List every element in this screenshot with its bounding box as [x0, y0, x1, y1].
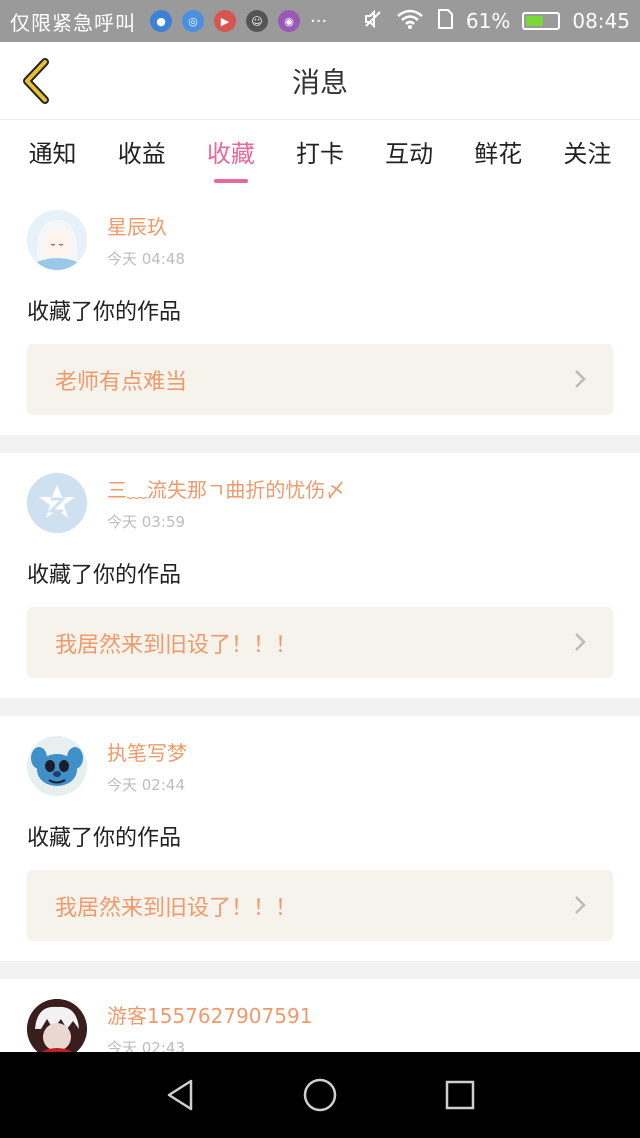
tab-notice[interactable]: 通知: [25, 126, 81, 177]
timestamp: 今天 03:59: [107, 513, 185, 531]
tab-interaction[interactable]: 互动: [381, 126, 437, 177]
message-meta: 三﹏流失那ㄱ曲折的忧伤〆 今天 03:59: [107, 474, 345, 532]
nav-home-button[interactable]: [295, 1070, 345, 1120]
status-right: 61% 08:45: [362, 8, 630, 35]
tab-checkin[interactable]: 打卡: [292, 126, 348, 177]
work-title: 我居然来到旧设了！！！: [55, 895, 298, 921]
top-bar: 消息: [0, 42, 640, 120]
tab-favorites[interactable]: 收藏: [203, 126, 259, 183]
message-user-row: 执笔写梦 今天 02:44: [27, 734, 613, 798]
chevron-right-icon: [575, 633, 586, 651]
carrier-label: 仅限紧急呼叫: [10, 10, 136, 35]
work-title: 老师有点难当: [55, 369, 188, 395]
message-card: 执笔写梦 今天 02:44 收藏了你的作品 我居然来到旧设了！！！: [0, 716, 640, 961]
work-link[interactable]: 我居然来到旧设了！！！: [27, 607, 613, 678]
sim-icon: [436, 8, 454, 35]
chevron-right-icon: [575, 370, 586, 388]
battery-percent: 61%: [465, 9, 511, 33]
notification-icons: ● ◎ ▶ ☺ ◉: [150, 10, 300, 32]
wifi-icon: [396, 8, 424, 35]
recents-square-icon: [445, 1080, 475, 1110]
tab-flowers[interactable]: 鲜花: [470, 126, 526, 177]
app-cat-icon: ☺: [246, 10, 268, 32]
clock: 08:45: [572, 9, 630, 33]
app-blue2-icon: ◎: [182, 10, 204, 32]
mute-icon: [362, 8, 384, 35]
back-chevron-icon: [23, 58, 49, 104]
message-card: 三﹏流失那ㄱ曲折的忧伤〆 今天 03:59 收藏了你的作品 我居然来到旧设了！！…: [0, 453, 640, 698]
tab-earnings[interactable]: 收益: [114, 126, 170, 177]
nav-back-button[interactable]: [155, 1070, 205, 1120]
back-button[interactable]: [16, 58, 56, 104]
message-user-row: 三﹏流失那ㄱ曲折的忧伤〆 今天 03:59: [27, 471, 613, 535]
username[interactable]: 三﹏流失那ㄱ曲折的忧伤〆: [107, 474, 345, 503]
system-nav-bar: [0, 1052, 640, 1138]
action-text: 收藏了你的作品: [27, 826, 182, 851]
page-title: 消息: [291, 65, 348, 99]
message-meta: 游客1557627907591 今天 02:43: [107, 1000, 312, 1052]
message-user-row: 星辰玖 今天 04:48: [27, 208, 613, 272]
timestamp: 今天 02:44: [107, 776, 185, 794]
work-link[interactable]: 老师有点难当: [27, 344, 613, 415]
app-purple-icon: ◉: [278, 10, 300, 32]
work-link[interactable]: 我居然来到旧设了！！！: [27, 870, 613, 941]
anime-girl-avatar[interactable]: [27, 210, 87, 270]
timestamp: 今天 04:48: [107, 250, 185, 268]
username[interactable]: 星辰玖: [107, 211, 185, 240]
chevron-right-icon: [575, 896, 586, 914]
battery-icon: [522, 12, 561, 30]
home-circle-icon: [303, 1078, 337, 1112]
message-card: 游客1557627907591 今天 02:43: [0, 979, 640, 1052]
back-triangle-icon: [167, 1079, 193, 1111]
message-meta: 执笔写梦 今天 02:44: [107, 737, 187, 795]
dark-anime-avatar[interactable]: [27, 999, 87, 1052]
app-blue-icon: ●: [150, 10, 172, 32]
phone-screen: 仅限紧急呼叫 ● ◎ ▶ ☺ ◉ ··· 61% 08:45 消息 通知 收益 …: [0, 0, 640, 1138]
message-user-row: 游客1557627907591 今天 02:43: [27, 997, 613, 1052]
message-card: 星辰玖 今天 04:48 收藏了你的作品 老师有点难当: [0, 190, 640, 435]
username[interactable]: 执笔写梦: [107, 737, 187, 766]
timestamp: 今天 02:43: [107, 1039, 185, 1052]
action-text: 收藏了你的作品: [27, 300, 182, 325]
username[interactable]: 游客1557627907591: [107, 1000, 312, 1029]
message-meta: 星辰玖 今天 04:48: [107, 211, 185, 269]
action-text: 收藏了你的作品: [27, 563, 182, 588]
status-bar: 仅限紧急呼叫 ● ◎ ▶ ☺ ◉ ··· 61% 08:45: [0, 0, 640, 42]
default-avatar[interactable]: [27, 473, 87, 533]
battery-fill: [526, 16, 544, 26]
nav-recents-button[interactable]: [435, 1070, 485, 1120]
tab-bar: 通知 收益 收藏 打卡 互动 鲜花 关注: [0, 120, 640, 183]
more-notifications-label: ···: [310, 10, 328, 32]
message-list[interactable]: 星辰玖 今天 04:48 收藏了你的作品 老师有点难当 三﹏流失那ㄱ曲折的忧伤〆…: [0, 190, 640, 1052]
tab-follow[interactable]: 关注: [559, 126, 615, 177]
stitch-avatar[interactable]: [27, 736, 87, 796]
app-red-icon: ▶: [214, 10, 236, 32]
work-title: 我居然来到旧设了！！！: [55, 632, 298, 658]
